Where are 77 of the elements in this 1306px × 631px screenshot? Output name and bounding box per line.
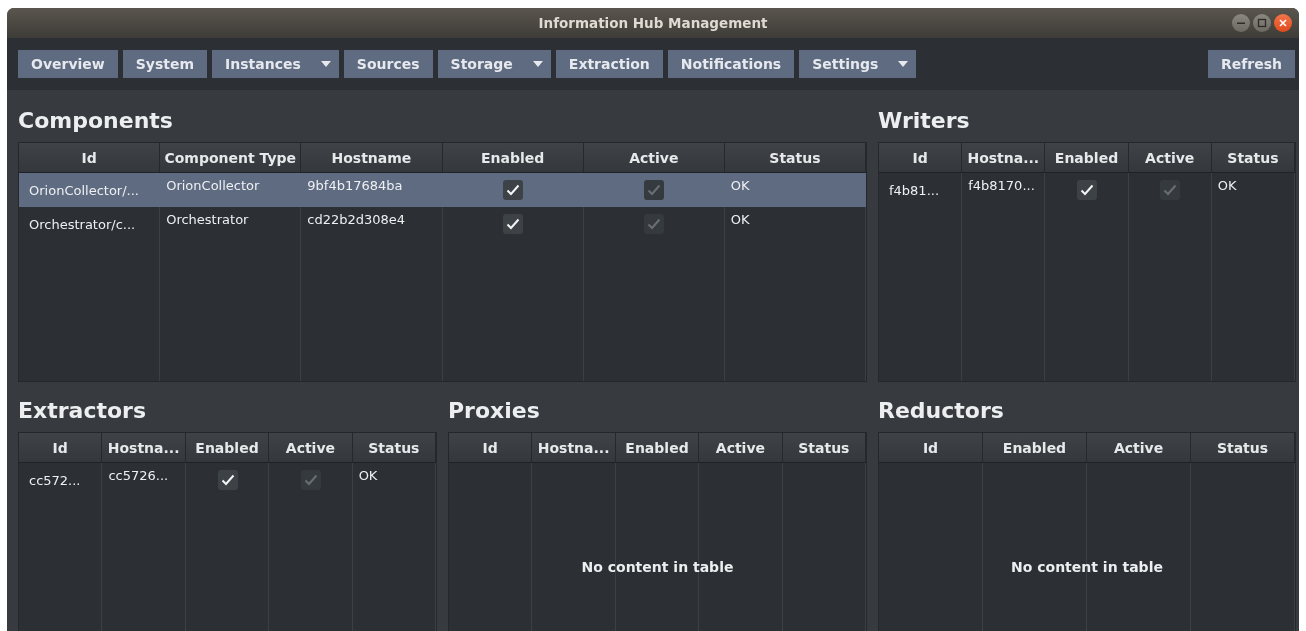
minimize-button[interactable] [1232, 14, 1250, 32]
table-cell-text: OK [357, 467, 379, 483]
column-header[interactable]: Status [352, 433, 437, 462]
menu-button[interactable]: Overview [18, 50, 118, 78]
menu-button[interactable]: Sources [343, 50, 433, 78]
column-header[interactable]: Id [879, 433, 983, 462]
column-header[interactable]: Status [724, 143, 867, 172]
maximize-button[interactable] [1253, 14, 1271, 32]
column-header[interactable]: Status [1191, 433, 1295, 462]
table-cell-text: OrionCollector/... [28, 182, 140, 198]
check-icon [506, 218, 521, 230]
column-header[interactable]: Enabled [185, 433, 270, 462]
column-header[interactable]: Enabled [983, 433, 1087, 462]
checkbox[interactable] [503, 214, 524, 234]
column-header[interactable]: Active [1087, 433, 1191, 462]
table-cell-text: OrionCollector [165, 177, 261, 193]
close-icon [1278, 18, 1288, 28]
table-cell-text: Orchestrator [165, 211, 250, 227]
column-header[interactable]: Active [1128, 143, 1212, 172]
check-icon [1163, 184, 1178, 196]
table-cell-text: cc572... [28, 472, 82, 488]
column-header[interactable]: Active [583, 143, 725, 172]
menu-button[interactable]: Notifications [667, 50, 795, 78]
check-icon [220, 474, 235, 486]
table-cell-text: OK [1216, 177, 1238, 193]
column-header[interactable]: Id [19, 433, 103, 462]
maximize-icon [1257, 18, 1267, 28]
table-row[interactable]: cc572... cc5726... OK [19, 463, 436, 497]
menu-button[interactable]: System [122, 50, 208, 78]
table-cell-text: cc5726... [107, 467, 170, 483]
table-row[interactable]: Orchestrator/c... Orchestrator cd22b2d308e4 OK [19, 207, 866, 241]
check-icon [1080, 184, 1094, 196]
section-title: Extractors [18, 398, 148, 425]
menu-button[interactable]: Storage [437, 50, 551, 78]
column-header[interactable]: Active [269, 433, 353, 462]
column-header[interactable]: Hostname [301, 143, 443, 172]
checkbox[interactable] [503, 180, 524, 200]
table-row[interactable]: f4b81... f4b8170... OK [879, 173, 1295, 207]
empty-message: No content in table [581, 559, 734, 575]
column-header[interactable]: Enabled [615, 433, 700, 462]
column-header[interactable]: Status [782, 433, 867, 462]
column-header[interactable]: Id [449, 433, 533, 462]
table-cell-text: Orchestrator/c... [28, 216, 137, 232]
column-header[interactable]: Id [879, 143, 963, 172]
empty-message: No content in table [1011, 559, 1163, 575]
close-button[interactable] [1274, 14, 1292, 32]
table-cell-text: 9bf4b17684ba [306, 177, 404, 193]
table-cell-text: cd22b2d308e4 [306, 211, 407, 227]
column-header[interactable]: Enabled [1045, 143, 1129, 172]
column-header[interactable]: Id [19, 143, 161, 172]
window-title: Information Hub Management [538, 15, 768, 31]
column-header[interactable]: Hostna... [962, 143, 1046, 172]
section-title: Writers [878, 108, 971, 135]
column-header[interactable]: Component Type [160, 143, 302, 172]
section-title: Components [18, 108, 174, 135]
checkbox[interactable] [1077, 180, 1097, 200]
check-icon [647, 184, 662, 196]
column-header[interactable]: Enabled [442, 143, 584, 172]
table-cell-text: f4b8170... [967, 177, 1036, 193]
menu-button[interactable]: Extraction [555, 50, 663, 78]
table-row[interactable]: OrionCollector/... OrionCollector 9bf4b17684ba OK [19, 173, 866, 207]
checkbox[interactable] [217, 470, 238, 490]
menu-button[interactable]: Instances [212, 50, 339, 78]
column-header[interactable]: Hostna... [102, 433, 186, 462]
section-title: Proxies [448, 398, 541, 425]
table-cell-text: OK [729, 177, 751, 193]
menu-button[interactable]: Settings [799, 50, 917, 78]
column-header[interactable]: Active [699, 433, 783, 462]
table-cell-text: f4b81... [888, 182, 941, 198]
check-icon [506, 184, 521, 196]
check-icon [303, 474, 318, 486]
check-icon [647, 218, 662, 230]
column-header[interactable]: Hostna... [532, 433, 616, 462]
table-cell-text: OK [729, 211, 751, 227]
refresh-button[interactable]: Refresh [1207, 50, 1295, 78]
section-title: Reductors [878, 398, 1005, 425]
column-header[interactable]: Status [1211, 143, 1295, 172]
